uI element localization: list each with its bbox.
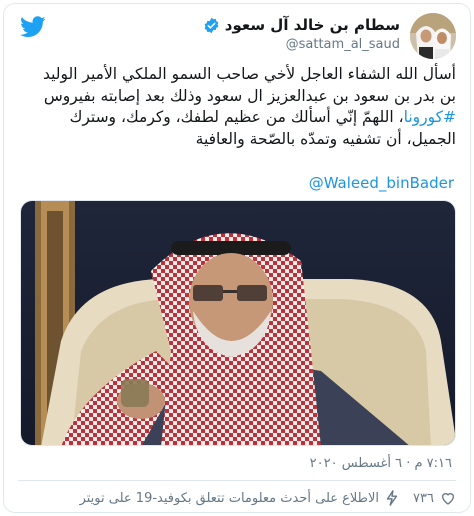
- tweet-text-line: أسأل الله الشفاء العاجل لأخي صاحب السمو …: [42, 65, 456, 83]
- tweet-text-line: بن بدر بن سعود بن عبدالعزيز ال سعود وذلك…: [43, 86, 456, 105]
- tweet-text-line: #كورونا، اللهمّ إنّي أسألك من عظيم لطفك،…: [18, 107, 456, 129]
- author-handle[interactable]: @sattam_al_saud: [203, 37, 400, 52]
- hashtag-link[interactable]: #كورونا: [404, 108, 456, 126]
- tweet-card[interactable]: سطام بن خالد آل سعود @sattam_al_saud أسأ…: [3, 3, 471, 513]
- like-button[interactable]: ٧٣٦: [413, 490, 456, 506]
- tweet-photo[interactable]: [20, 200, 456, 446]
- tweet-footer: ٧٣٦ الاطلاع على أحدث معلومات تتعلق بكوفي…: [18, 486, 456, 510]
- divider: [18, 480, 456, 481]
- tweet-text: أسأل الله الشفاء العاجل لأخي صاحب السمو …: [18, 64, 456, 150]
- verified-badge-icon: [204, 17, 219, 33]
- lightning-bolt-icon: [386, 490, 398, 506]
- avatar[interactable]: [410, 13, 456, 59]
- author-display-name[interactable]: سطام بن خالد آل سعود: [225, 16, 400, 34]
- covid-info-link[interactable]: الاطلاع على أحدث معلومات تتعلق بكوفيد-19…: [80, 490, 399, 506]
- tweet-timestamp[interactable]: ٧:١٦ م · ٦ أغسطس ٢٠٢٠: [310, 456, 452, 471]
- like-count: ٧٣٦: [413, 490, 434, 506]
- mention-link[interactable]: @Waleed_binBader: [309, 174, 454, 192]
- twitter-bird-icon[interactable]: [20, 16, 46, 38]
- tweet-text-fragment: ، اللهمّ إنّي أسألك من عظيم لطفك، وكرمك،…: [69, 108, 404, 126]
- covid-info-text[interactable]: الاطلاع على أحدث معلومات تتعلق بكوفيد-19…: [80, 491, 379, 506]
- author-block[interactable]: سطام بن خالد آل سعود @sattam_al_saud: [203, 16, 400, 52]
- tweet-text-line: الجميل، أن تشفيه وتمدّه بالصّحة والعافية: [195, 129, 456, 148]
- heart-icon: [441, 493, 455, 505]
